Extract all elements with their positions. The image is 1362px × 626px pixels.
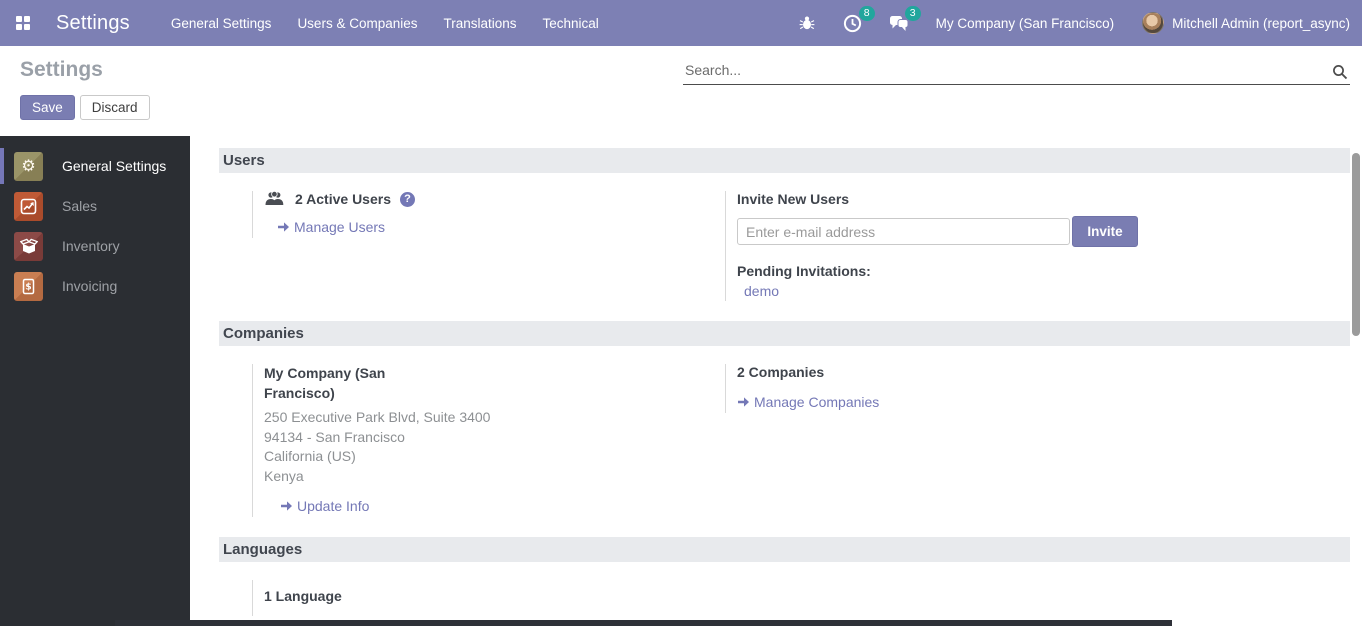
- horizontal-scrollbar-thumb[interactable]: [115, 620, 1172, 626]
- invite-heading: Invite New Users: [737, 191, 1198, 207]
- app-title: Settings: [56, 12, 130, 35]
- svg-text:$: $: [25, 282, 31, 292]
- activities-clock-icon[interactable]: 8: [842, 12, 864, 34]
- invoice-app-icon: $: [14, 272, 43, 301]
- menu-users-companies[interactable]: Users & Companies: [284, 0, 430, 46]
- languages-box: 1 Language: [252, 580, 725, 616]
- messages-count-badge: 3: [905, 6, 921, 21]
- user-avatar[interactable]: [1142, 12, 1164, 34]
- users-group-icon: [264, 191, 286, 207]
- save-button[interactable]: Save: [20, 95, 75, 120]
- company-address-line: Kenya: [264, 467, 725, 487]
- user-menu[interactable]: Mitchell Admin (report_async): [1172, 16, 1354, 31]
- debug-bug-icon[interactable]: [796, 12, 818, 34]
- sales-chart-app-icon: [14, 192, 43, 221]
- section-heading-companies: Companies: [219, 321, 1350, 346]
- menu-technical[interactable]: Technical: [530, 0, 612, 46]
- invite-email-field[interactable]: [737, 218, 1070, 245]
- pending-invitation-demo-link[interactable]: demo: [744, 283, 779, 299]
- section-heading-languages: Languages: [219, 537, 1350, 562]
- companies-count: 2 Companies: [737, 364, 1198, 380]
- settings-sidebar: ⚙ General Settings Sales Invento: [0, 136, 190, 626]
- search-input[interactable]: [683, 56, 1350, 85]
- invite-button[interactable]: Invite: [1072, 216, 1138, 247]
- inventory-box-app-icon: [14, 232, 43, 261]
- company-switcher[interactable]: My Company (San Francisco): [922, 16, 1129, 31]
- update-info-link[interactable]: Update Info: [280, 498, 369, 514]
- section-heading-users: Users: [219, 148, 1350, 173]
- manage-users-link[interactable]: Manage Users: [277, 219, 385, 235]
- arrow-right-icon: [737, 396, 750, 408]
- systray: 8 3 My Company (San Francisco) Mitchell …: [784, 0, 1354, 46]
- manage-companies-link[interactable]: Manage Companies: [737, 394, 879, 410]
- active-users-count: 2 Active Users: [295, 191, 391, 207]
- sidebar-item-sales[interactable]: Sales: [0, 186, 190, 226]
- company-address-line: 94134 - San Francisco: [264, 428, 725, 448]
- menu-translations[interactable]: Translations: [430, 0, 529, 46]
- search-view: [683, 56, 1350, 85]
- apps-grid-icon: [16, 16, 30, 30]
- control-panel: Settings Save Discard: [0, 46, 1362, 136]
- top-navbar: Settings General Settings Users & Compan…: [0, 0, 1362, 46]
- company-info-box: My Company (San Francisco) 250 Executive…: [252, 364, 725, 517]
- sidebar-item-general-settings[interactable]: ⚙ General Settings: [0, 146, 190, 186]
- navbar-menu: General Settings Users & Companies Trans…: [158, 0, 612, 46]
- settings-content: Users 2 Active Users ?: [190, 136, 1362, 626]
- arrow-right-icon: [280, 500, 293, 512]
- activities-count-badge: 8: [859, 6, 875, 21]
- arrow-right-icon: [277, 221, 290, 233]
- language-count: 1 Language: [264, 588, 725, 604]
- messages-chat-icon[interactable]: 3: [888, 12, 910, 34]
- company-address-line: California (US): [264, 447, 725, 467]
- company-name: My Company (San Francisco): [264, 364, 409, 403]
- sidebar-item-inventory[interactable]: Inventory: [0, 226, 190, 266]
- help-question-icon[interactable]: ?: [400, 192, 415, 207]
- invite-users-box: Invite New Users Invite Pending Invitati…: [725, 191, 1198, 301]
- discard-button[interactable]: Discard: [80, 95, 150, 120]
- active-users-box: 2 Active Users ? Manage Users: [252, 191, 725, 238]
- search-icon[interactable]: [1332, 64, 1348, 80]
- gear-app-icon: ⚙: [14, 152, 43, 181]
- vertical-scrollbar-thumb[interactable]: [1352, 153, 1360, 336]
- company-address-line: 250 Executive Park Blvd, Suite 3400: [264, 408, 725, 428]
- apps-menu-button[interactable]: [8, 8, 38, 38]
- pending-invitations-label: Pending Invitations:: [737, 263, 1198, 279]
- sidebar-item-invoicing[interactable]: $ Invoicing: [0, 266, 190, 306]
- menu-general-settings[interactable]: General Settings: [158, 0, 285, 46]
- companies-count-box: 2 Companies Manage Companies: [725, 364, 1198, 413]
